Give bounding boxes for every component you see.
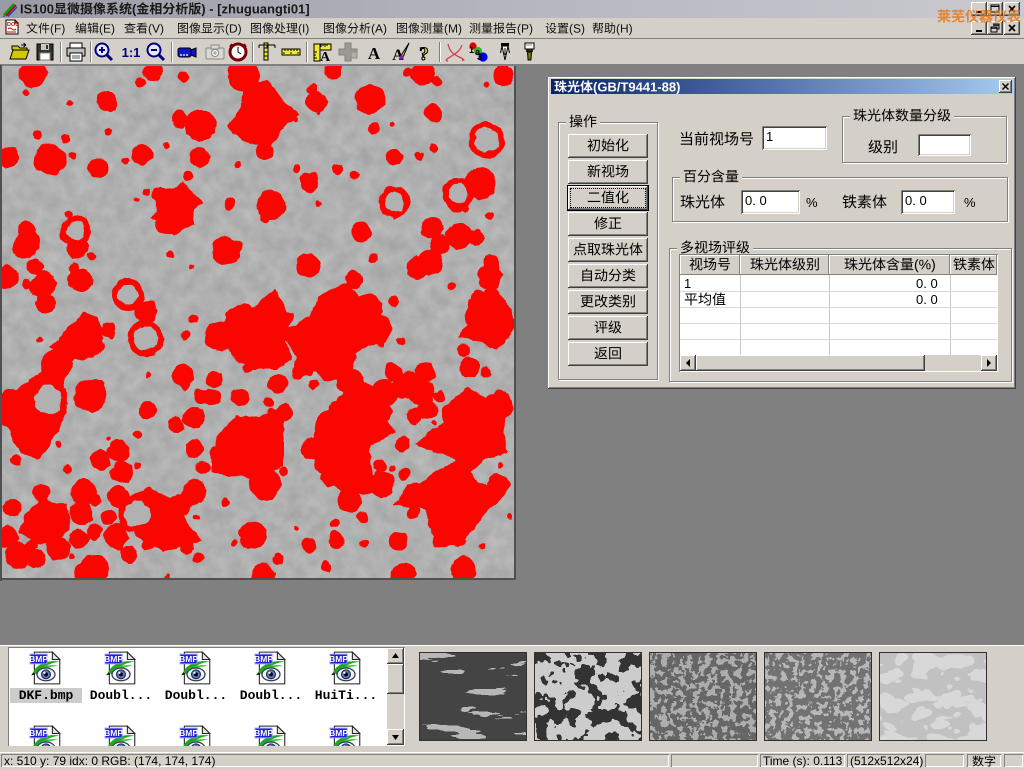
svg-text:3: 3: [477, 52, 482, 62]
svg-text:1: 1: [469, 45, 474, 55]
svg-text:?: ?: [419, 44, 429, 64]
svg-text:A: A: [368, 44, 381, 63]
svg-text:A: A: [320, 50, 331, 64]
svg-text:1:1: 1:1: [122, 45, 141, 60]
svg-text:DOC: DOC: [7, 22, 19, 28]
